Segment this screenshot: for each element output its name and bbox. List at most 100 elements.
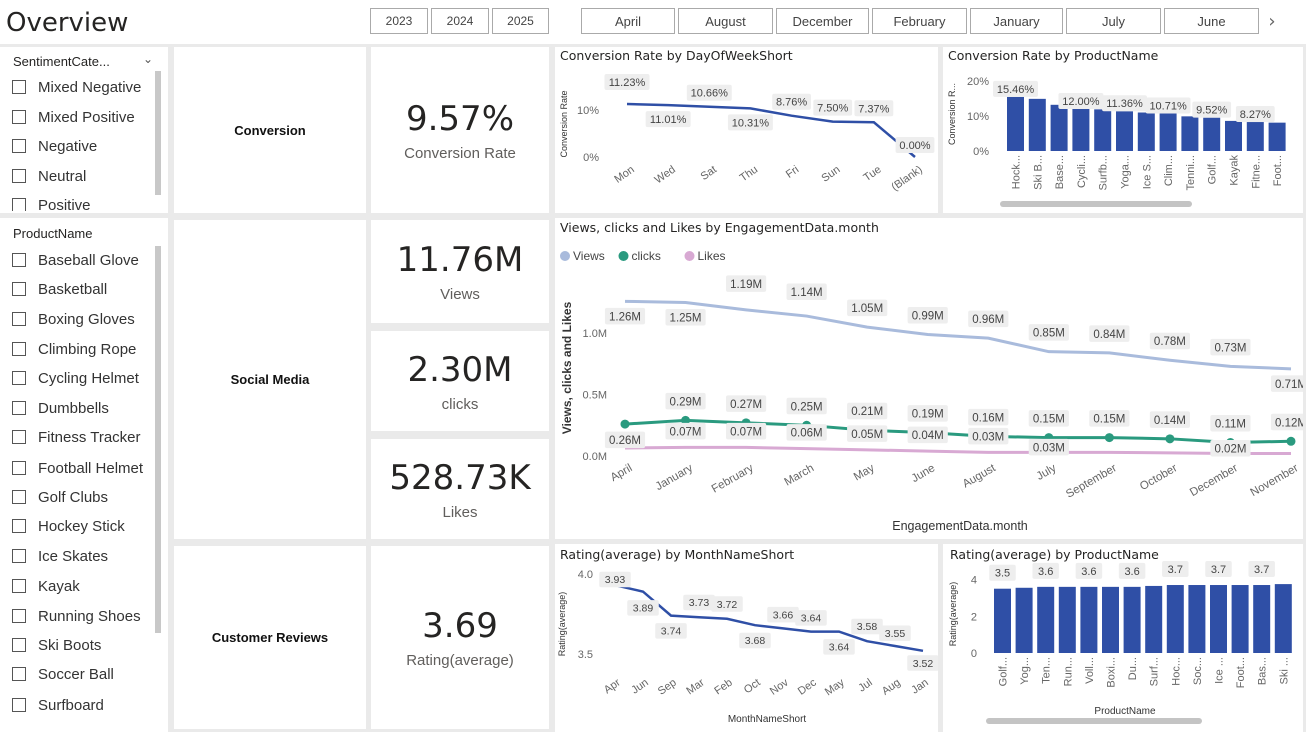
product-scrollbar[interactable] bbox=[155, 246, 161, 633]
checkbox[interactable] bbox=[12, 139, 26, 153]
data-label: 0.07M bbox=[670, 426, 702, 438]
product-item[interactable]: Boxing Gloves bbox=[12, 308, 135, 330]
year-button-2025[interactable]: 2025 bbox=[492, 8, 549, 34]
product-item-label: Football Helmet bbox=[38, 459, 144, 477]
bar bbox=[1072, 109, 1090, 151]
product-item[interactable]: Football Helmet bbox=[12, 457, 143, 479]
checkbox[interactable] bbox=[12, 110, 26, 124]
checkbox[interactable] bbox=[12, 80, 26, 94]
kpi-label: Likes bbox=[442, 503, 478, 521]
data-label: 3.7 bbox=[1211, 564, 1226, 576]
checkbox[interactable] bbox=[12, 638, 26, 652]
data-label: 0.04M bbox=[912, 430, 944, 442]
month-button-june[interactable]: June bbox=[1164, 8, 1259, 34]
month-button-july[interactable]: July bbox=[1066, 8, 1161, 34]
tick-label: Clim... bbox=[1163, 155, 1175, 186]
checkbox[interactable] bbox=[12, 282, 26, 296]
clicks-point bbox=[1286, 436, 1296, 446]
tick-label: Nov bbox=[768, 676, 791, 697]
product-item[interactable]: Soccer Ball bbox=[12, 663, 114, 685]
checkbox[interactable] bbox=[12, 430, 26, 444]
year-button-2023[interactable]: 2023 bbox=[370, 8, 428, 34]
sentiment-item-label: Mixed Positive bbox=[38, 108, 135, 126]
sentiment-item[interactable]: Negative bbox=[12, 135, 97, 157]
data-label: 3.55 bbox=[885, 628, 906, 640]
checkbox[interactable] bbox=[12, 342, 26, 356]
bar bbox=[1246, 122, 1264, 151]
product-item[interactable]: Ice Skates bbox=[12, 545, 108, 567]
checkbox[interactable] bbox=[12, 549, 26, 563]
product-item[interactable]: Basketball bbox=[12, 278, 107, 300]
sentiment-item[interactable]: Positive bbox=[12, 194, 91, 211]
product-item[interactable]: Kayak bbox=[12, 575, 80, 597]
bar bbox=[1094, 109, 1112, 151]
product-item[interactable]: Climbing Rope bbox=[12, 338, 136, 360]
product-item-label: Ski Boots bbox=[38, 636, 102, 654]
chevron-down-icon[interactable]: ⌄ bbox=[143, 52, 153, 66]
chart-panel-conversion-product: Conversion Rate by ProductName Conversio… bbox=[943, 47, 1303, 213]
month-button-august[interactable]: August bbox=[678, 8, 773, 34]
checkbox[interactable] bbox=[12, 371, 26, 385]
sentiment-item[interactable]: Neutral bbox=[12, 165, 86, 187]
tick-label: Ice S... bbox=[1141, 155, 1153, 189]
data-label: 0.99M bbox=[912, 310, 944, 322]
checkbox[interactable] bbox=[12, 667, 26, 681]
tick-label: Golf... bbox=[998, 657, 1010, 686]
checkbox[interactable] bbox=[12, 401, 26, 415]
month-button-december[interactable]: December bbox=[776, 8, 869, 34]
tick-label: Tenni... bbox=[1185, 155, 1197, 190]
product-item-label: Surfboard bbox=[38, 696, 104, 714]
checkbox[interactable] bbox=[12, 461, 26, 475]
chevron-right-icon[interactable]: › bbox=[1262, 8, 1282, 34]
tick-label: Hock... bbox=[1011, 155, 1023, 189]
checkbox[interactable] bbox=[12, 490, 26, 504]
bar bbox=[1007, 96, 1024, 151]
product-item[interactable]: Cycling Helmet bbox=[12, 367, 139, 389]
checkbox[interactable] bbox=[12, 609, 26, 623]
product-item[interactable]: Running Shoes bbox=[12, 605, 141, 627]
tick-label: Apr bbox=[602, 676, 623, 696]
product-item[interactable]: Golf Clubs bbox=[12, 486, 108, 508]
month-button-february[interactable]: February bbox=[872, 8, 967, 34]
checkbox[interactable] bbox=[12, 312, 26, 326]
year-button-2024[interactable]: 2024 bbox=[431, 8, 489, 34]
conversion-by-product-chart[interactable]: Conversion R... 20% 10% 0% 15.46% Hock... Ski … bbox=[943, 47, 1303, 213]
checkbox[interactable] bbox=[12, 698, 26, 712]
kpi-clicks: 2.30M clicks bbox=[371, 331, 549, 431]
data-label: 10.31% bbox=[732, 117, 770, 129]
product-item-label: Fitness Tracker bbox=[38, 428, 141, 446]
product-item[interactable]: Fitness Tracker bbox=[12, 426, 141, 448]
product-item[interactable]: Ski Boots bbox=[12, 634, 101, 656]
product-item[interactable]: Hockey Stick bbox=[12, 515, 125, 537]
product-item[interactable]: Surfboard bbox=[12, 694, 104, 716]
engagement-chart[interactable]: Views clicks Likes Views, clicks and Likes 1… bbox=[555, 218, 1303, 539]
axis-title: Conversion R... bbox=[947, 83, 957, 145]
data-label: 3.72 bbox=[717, 599, 738, 611]
sentiment-list: Mixed Negative Mixed Positive Negative N… bbox=[0, 76, 160, 211]
checkbox[interactable] bbox=[12, 198, 26, 211]
data-label: 3.7 bbox=[1168, 564, 1183, 576]
checkbox[interactable] bbox=[12, 253, 26, 267]
product-item[interactable]: Dumbbells bbox=[12, 397, 109, 419]
sentiment-item[interactable]: Mixed Negative bbox=[12, 76, 141, 98]
kpi-label: Conversion Rate bbox=[404, 144, 516, 162]
bar bbox=[1253, 585, 1271, 653]
sentiment-item[interactable]: Mixed Positive bbox=[12, 106, 135, 128]
checkbox[interactable] bbox=[12, 579, 26, 593]
checkbox[interactable] bbox=[12, 169, 26, 183]
sentiment-scrollbar[interactable] bbox=[155, 71, 161, 195]
month-button-april[interactable]: April bbox=[581, 8, 675, 34]
rating-by-product-chart[interactable]: Rating(average) 4 2 0 3.5 Golf... Yog... 3.6 Ten… bbox=[943, 544, 1303, 732]
product-slicer-title: ProductName bbox=[13, 226, 93, 241]
product-item[interactable]: Baseball Glove bbox=[12, 249, 139, 271]
tick-label: Yoga... bbox=[1120, 155, 1132, 189]
month-button-january[interactable]: January bbox=[970, 8, 1063, 34]
conversion-by-day-chart[interactable]: Conversion Rate 10% 0% 11.23% 11.01% 10.66% 10… bbox=[555, 47, 938, 213]
rating-by-month-chart[interactable]: Rating(average) 4.0 3.5 3.93 3.89 3.74 3.73 3.7… bbox=[555, 544, 938, 732]
checkbox[interactable] bbox=[12, 519, 26, 533]
data-label: 11.01% bbox=[650, 114, 687, 126]
data-label: 0.26M bbox=[609, 435, 641, 447]
product-item-label: Hockey Stick bbox=[38, 517, 125, 535]
axis-title: Conversion Rate bbox=[559, 90, 569, 157]
axis-title: Rating(average) bbox=[557, 592, 567, 657]
